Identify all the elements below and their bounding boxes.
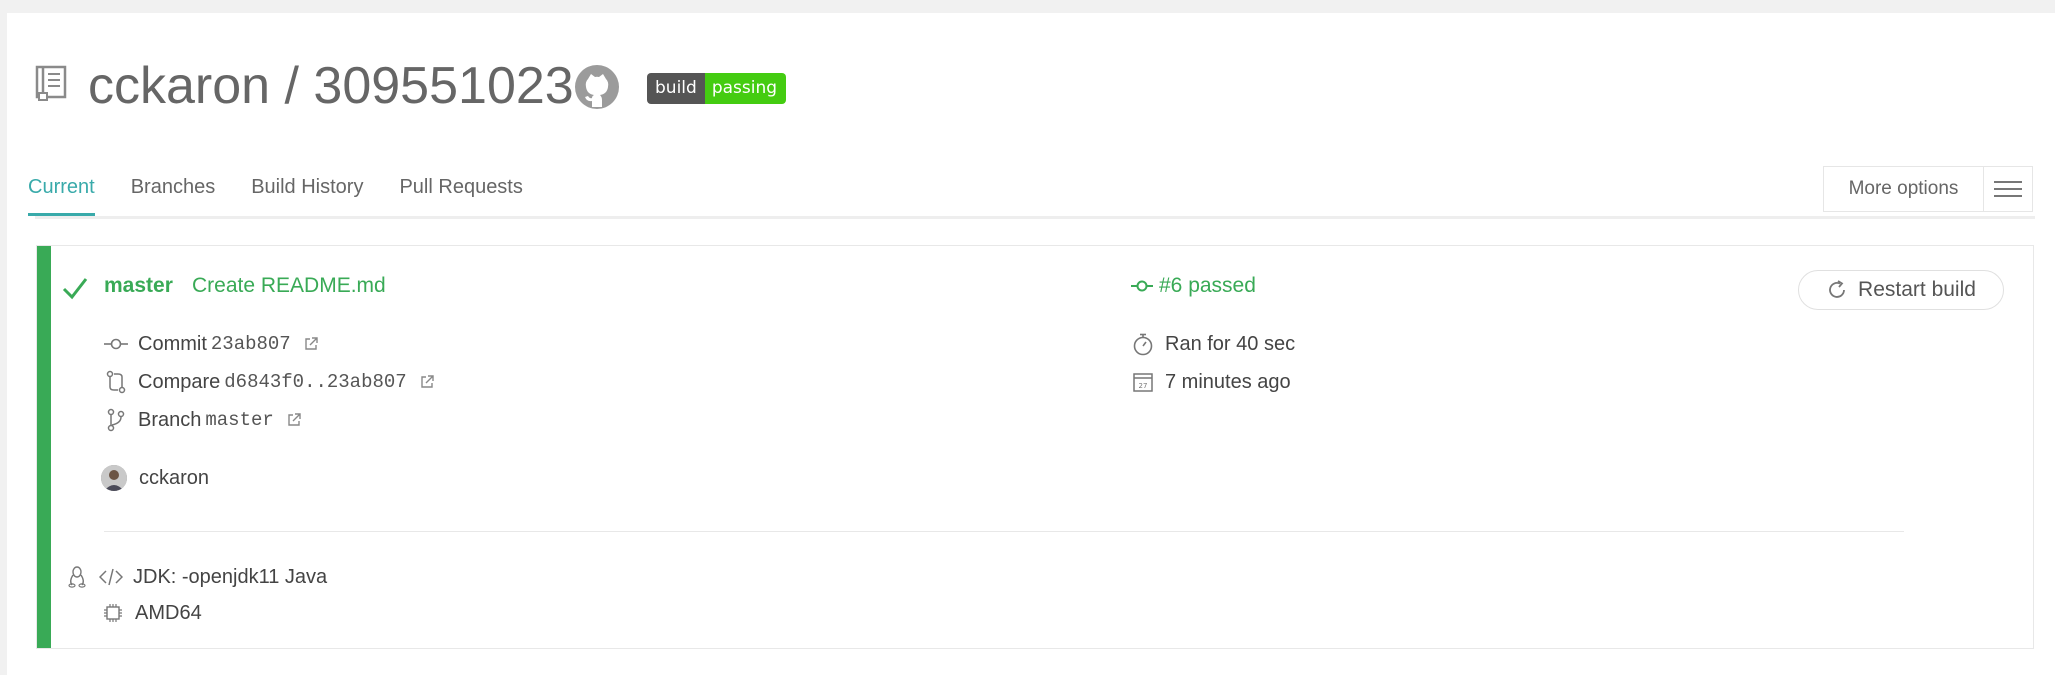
code-icon xyxy=(99,565,123,589)
card-divider xyxy=(104,531,1904,532)
build-duration: Ran for 40 sec xyxy=(1165,332,1296,355)
arch-row: AMD64 xyxy=(101,601,202,625)
more-options-label: More options xyxy=(1824,167,1984,211)
status-bar xyxy=(37,246,51,648)
check-icon xyxy=(62,278,88,300)
page-left-edge xyxy=(0,13,7,675)
commit-row: Commit 23ab807 xyxy=(104,332,319,356)
build-finished: 7 minutes ago xyxy=(1165,370,1291,393)
branch-value[interactable]: master xyxy=(205,409,273,431)
author-row: cckaron xyxy=(101,465,209,491)
calendar-icon: 27 xyxy=(1131,370,1155,394)
jdk-row: JDK: -openjdk11 Java xyxy=(65,565,327,589)
tab-current[interactable]: Current xyxy=(28,176,95,216)
restart-build-button[interactable]: Restart build xyxy=(1798,270,2004,310)
build-number-label: #6 passed xyxy=(1159,274,1256,297)
external-link-icon[interactable] xyxy=(303,336,319,352)
branch-label: Branch xyxy=(138,408,202,431)
linux-icon xyxy=(65,565,89,589)
commit-icon xyxy=(1131,280,1153,292)
tabs-divider xyxy=(35,216,2035,219)
tab-branches[interactable]: Branches xyxy=(131,176,216,216)
more-options-button[interactable]: More options xyxy=(1823,166,2033,212)
build-number-status[interactable]: #6 passed xyxy=(1131,274,1256,298)
author-name: cckaron xyxy=(139,466,210,489)
arch-label: AMD64 xyxy=(135,601,202,624)
build-status-badge[interactable]: build passing xyxy=(647,73,787,104)
branch-row: Branch master xyxy=(104,408,302,432)
badge-status: passing xyxy=(704,73,787,104)
repo-icon xyxy=(35,65,67,101)
finished-row: 27 7 minutes ago xyxy=(1131,370,1291,394)
restart-icon xyxy=(1829,280,1845,298)
tab-pull-requests[interactable]: Pull Requests xyxy=(399,176,522,216)
svg-text:27: 27 xyxy=(1139,382,1148,390)
compare-range[interactable]: d6843f0..23ab807 xyxy=(224,371,406,393)
cpu-icon xyxy=(101,601,125,625)
branch-icon xyxy=(104,408,128,432)
commit-label: Commit xyxy=(138,332,207,355)
external-link-icon[interactable] xyxy=(419,374,435,390)
build-branch[interactable]: master xyxy=(104,274,173,298)
avatar xyxy=(101,465,127,491)
restart-build-label: Restart build xyxy=(1858,278,1976,301)
commit-hash[interactable]: 23ab807 xyxy=(211,333,291,355)
external-link-icon[interactable] xyxy=(286,412,302,428)
commit-icon xyxy=(104,332,128,356)
compare-row: Compare d6843f0..23ab807 xyxy=(104,370,435,394)
duration-row: Ran for 40 sec xyxy=(1131,332,1295,356)
compare-icon xyxy=(104,370,128,394)
commit-message[interactable]: Create README.md xyxy=(192,274,386,298)
github-icon[interactable] xyxy=(573,63,621,111)
badge-label: build xyxy=(647,73,705,104)
build-card: master Create README.md #6 passed Restar… xyxy=(36,245,2034,649)
hamburger-icon[interactable] xyxy=(1984,167,2032,211)
repo-tabs: Current Branches Build History Pull Requ… xyxy=(28,176,559,216)
compare-label: Compare xyxy=(138,370,221,393)
jdk-label: JDK: -openjdk11 Java xyxy=(133,565,328,588)
repo-title: cckaron / 309551023 xyxy=(88,57,574,115)
tab-build-history[interactable]: Build History xyxy=(251,176,363,216)
stopwatch-icon xyxy=(1131,332,1155,356)
